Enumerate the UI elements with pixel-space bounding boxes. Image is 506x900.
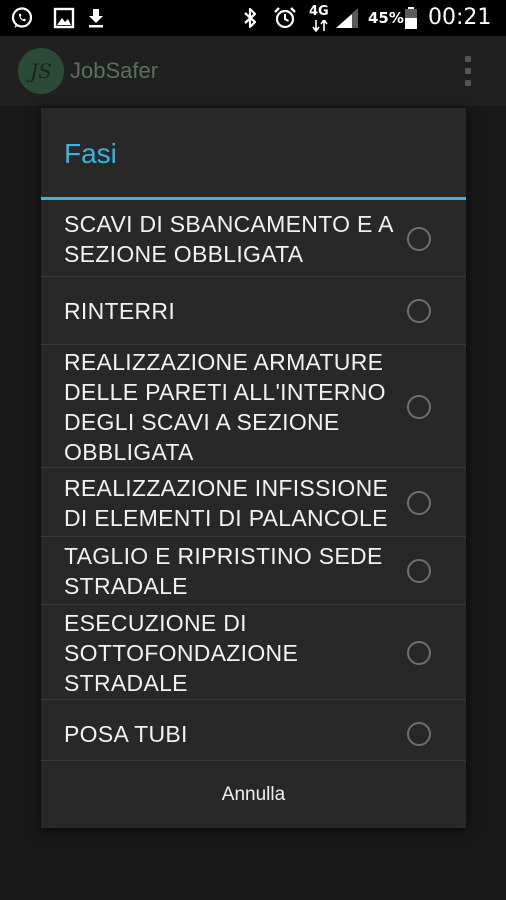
radio-button[interactable] [407, 299, 431, 323]
bluetooth-icon [244, 7, 257, 29]
download-icon [89, 9, 103, 28]
whatsapp-icon [11, 7, 33, 28]
radio-button[interactable] [407, 559, 431, 583]
radio-button[interactable] [407, 226, 431, 251]
signal-icon [336, 8, 358, 28]
phase-option-label: REALIZZAZIONE INFISSIONE DI ELEMENTI DI … [64, 474, 389, 531]
radio-button[interactable] [407, 490, 431, 515]
phase-option-row[interactable]: POSA TUBI [41, 700, 466, 768]
app-title: JobSafer [70, 58, 159, 83]
battery-icon [405, 7, 417, 29]
app-bar: JS JobSafer [0, 36, 506, 106]
phase-option-row[interactable]: ESECUZIONE DI SOTTOFONDAZIONE STRADALE [41, 605, 466, 700]
status-bar: 4G 45% 00:21 [0, 0, 506, 36]
app-logo-text: JS [26, 59, 52, 83]
phase-option-label: TAGLIO E RIPRISTINO SEDE STRADALE [64, 543, 383, 599]
phase-option-label: SCAVI DI SBANCAMENTO E A SEZIONE OBBLIGA… [64, 210, 393, 267]
phase-option-label: RINTERRI [64, 298, 176, 324]
phase-option-label: POSA TUBI [64, 721, 188, 747]
phase-option-row[interactable]: TAGLIO E RIPRISTINO SEDE STRADALE [41, 537, 466, 605]
phase-option-row[interactable]: REALIZZAZIONE ARMATURE DELLE PARETI ALL'… [41, 345, 466, 468]
cancel-button[interactable]: Annulla [41, 761, 466, 828]
phase-option-label: ESECUZIONE DI SOTTOFONDAZIONE STRADALE [64, 609, 299, 696]
battery-percent-label: 45% [368, 9, 404, 27]
data-activity-icon [312, 20, 328, 32]
radio-button[interactable] [407, 722, 431, 746]
phase-option-row[interactable]: RINTERRI [41, 277, 466, 345]
phase-option-row[interactable]: SCAVI DI SBANCAMENTO E A SEZIONE OBBLIGA… [41, 200, 466, 277]
phase-option-label: REALIZZAZIONE ARMATURE DELLE PARETI ALL'… [64, 348, 386, 465]
radio-button[interactable] [407, 640, 431, 665]
phases-dialog: Fasi SCAVI DI SBANCAMENTO E A SEZIONE OB… [41, 108, 466, 828]
app-logo-icon[interactable]: JS [18, 48, 64, 94]
dialog-title: Fasi [64, 138, 117, 169]
phase-option-row[interactable]: REALIZZAZIONE INFISSIONE DI ELEMENTI DI … [41, 468, 466, 537]
gallery-icon [53, 7, 75, 29]
overflow-menu-icon[interactable] [458, 54, 478, 88]
alarm-icon [274, 7, 296, 29]
clock-label: 00:21 [428, 5, 492, 30]
radio-button[interactable] [407, 394, 431, 419]
